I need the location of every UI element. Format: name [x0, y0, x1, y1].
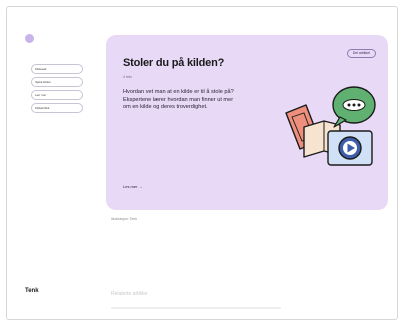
page-frame: Kildesøk Sjekk kilden Lær mer Kildekriti…: [6, 6, 398, 320]
related-heading: Relaterte artikler: [111, 291, 148, 297]
site-logo-icon[interactable]: [25, 34, 34, 43]
sidebar-item-1[interactable]: Kildesøk: [31, 64, 83, 74]
article-meta: 4 min: [123, 75, 132, 79]
video-player-icon: [327, 130, 373, 166]
article-illustration: [285, 86, 376, 166]
read-more-link[interactable]: Les mer →: [123, 184, 143, 189]
brand-logo[interactable]: Tenk: [25, 288, 39, 294]
sidebar-item-3[interactable]: Lær mer: [31, 90, 83, 100]
related-placeholder: [111, 307, 281, 309]
article-card: Del artikkel Stoler du på kilden? 4 min …: [106, 35, 388, 210]
image-caption: Illustrasjon: Tenk: [111, 217, 138, 221]
side-navigation: Kildesøk Sjekk kilden Lær mer Kildekriti…: [31, 64, 83, 116]
chat-bubble-icon: [332, 86, 376, 128]
article-lead: Hvordan vet man at en kilde er til å sto…: [123, 89, 234, 111]
share-button[interactable]: Del artikkel: [346, 49, 376, 58]
article-title: Stoler du på kilden?: [123, 57, 225, 69]
sidebar-item-4[interactable]: Kildekritikk: [31, 103, 83, 113]
sidebar-item-2[interactable]: Sjekk kilden: [31, 77, 83, 87]
